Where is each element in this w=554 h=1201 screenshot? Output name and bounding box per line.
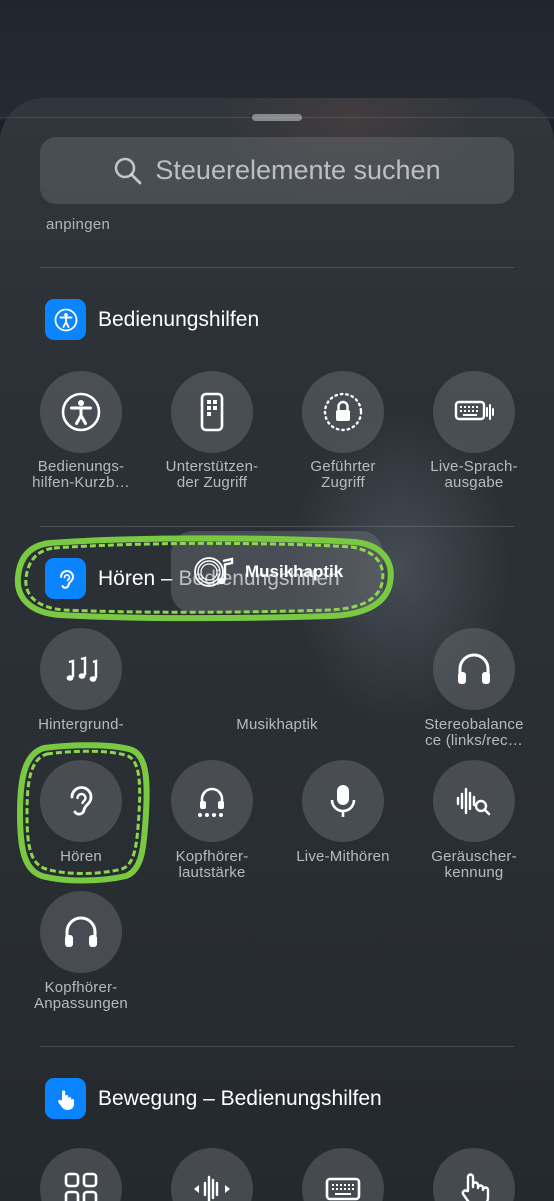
tile-label: Bedienungs- hilfen-Kurzb… — [32, 458, 130, 491]
assistive-access-button[interactable] — [171, 371, 253, 453]
section-title: Bewegung – Bedienungshilfen — [98, 1086, 382, 1110]
music-notes-icon — [66, 656, 98, 682]
cut-off-label: anpingen — [46, 216, 111, 233]
music-haptics-toggle[interactable]: Musikhaptik — [171, 531, 383, 613]
section-separator — [40, 526, 514, 527]
section-separator — [40, 267, 514, 268]
lock-dotted-circle-icon — [323, 392, 363, 432]
tile-label: Hören — [60, 848, 102, 865]
sound-recognition-button[interactable] — [433, 760, 515, 842]
keyboard-speech-icon — [454, 400, 494, 421]
ear-icon — [45, 558, 86, 599]
background-sounds-button[interactable] — [40, 628, 122, 710]
guided-access-button[interactable] — [302, 371, 384, 453]
section-header-motion: Bewegung – Bedienungshilfen — [45, 1078, 382, 1119]
section-title: Bedienungshilfen — [98, 307, 260, 331]
waveform-search-icon — [456, 787, 491, 816]
tile-label: Hintergrund- — [38, 716, 124, 733]
music-haptics-icon — [194, 557, 234, 587]
search-placeholder: Steuerelemente suchen — [155, 155, 441, 185]
section-separator — [40, 1046, 514, 1047]
tile-label: Unterstützen- der Zugriff — [165, 458, 259, 491]
tile-label: Kopfhörer- Anpassungen — [34, 979, 128, 1012]
section-header-accessibility: Bedienungshilfen — [45, 299, 259, 340]
tile-label: Kopfhörer- lautstärke — [175, 848, 249, 881]
assistive-access-phone-icon — [200, 392, 224, 432]
headphone-level-icon — [198, 787, 224, 817]
microphone-icon — [330, 785, 356, 817]
audio-arrows-icon — [194, 1175, 230, 1201]
hearing-button[interactable] — [40, 760, 122, 842]
accessibility-shortcut-button[interactable] — [40, 371, 122, 453]
tile-label: Stereobalance ce (links/rec… — [424, 716, 524, 749]
search-icon — [115, 157, 142, 184]
tile-label: Geführter Zugriff — [310, 458, 376, 491]
tile-label: Live-Mithören — [296, 848, 390, 865]
headphone-accommodations-button[interactable] — [40, 891, 122, 973]
hand-point-icon — [461, 1173, 490, 1201]
tile-label: Geräuscher- kennung — [431, 848, 517, 881]
hand-tap-icon — [45, 1078, 86, 1119]
accessibility-person-icon — [61, 392, 101, 432]
search-field[interactable]: Steuerelemente suchen — [40, 137, 514, 204]
search-divider — [0, 117, 554, 118]
stereo-balance-button[interactable] — [433, 628, 515, 710]
live-speech-button[interactable] — [433, 371, 515, 453]
live-listen-button[interactable] — [302, 760, 384, 842]
headphones-icon — [65, 916, 97, 947]
music-haptics-tile-text: Musikhaptik — [245, 562, 344, 581]
grid-icon — [64, 1172, 98, 1201]
accessibility-icon — [45, 299, 86, 340]
ear-icon — [70, 786, 93, 816]
headphone-level-button[interactable] — [171, 760, 253, 842]
keyboard-icon — [325, 1177, 361, 1201]
headphones-icon — [458, 653, 490, 684]
tile-label: Musikhaptik — [236, 716, 318, 733]
tile-label: Live-Sprach- ausgabe — [430, 458, 518, 491]
